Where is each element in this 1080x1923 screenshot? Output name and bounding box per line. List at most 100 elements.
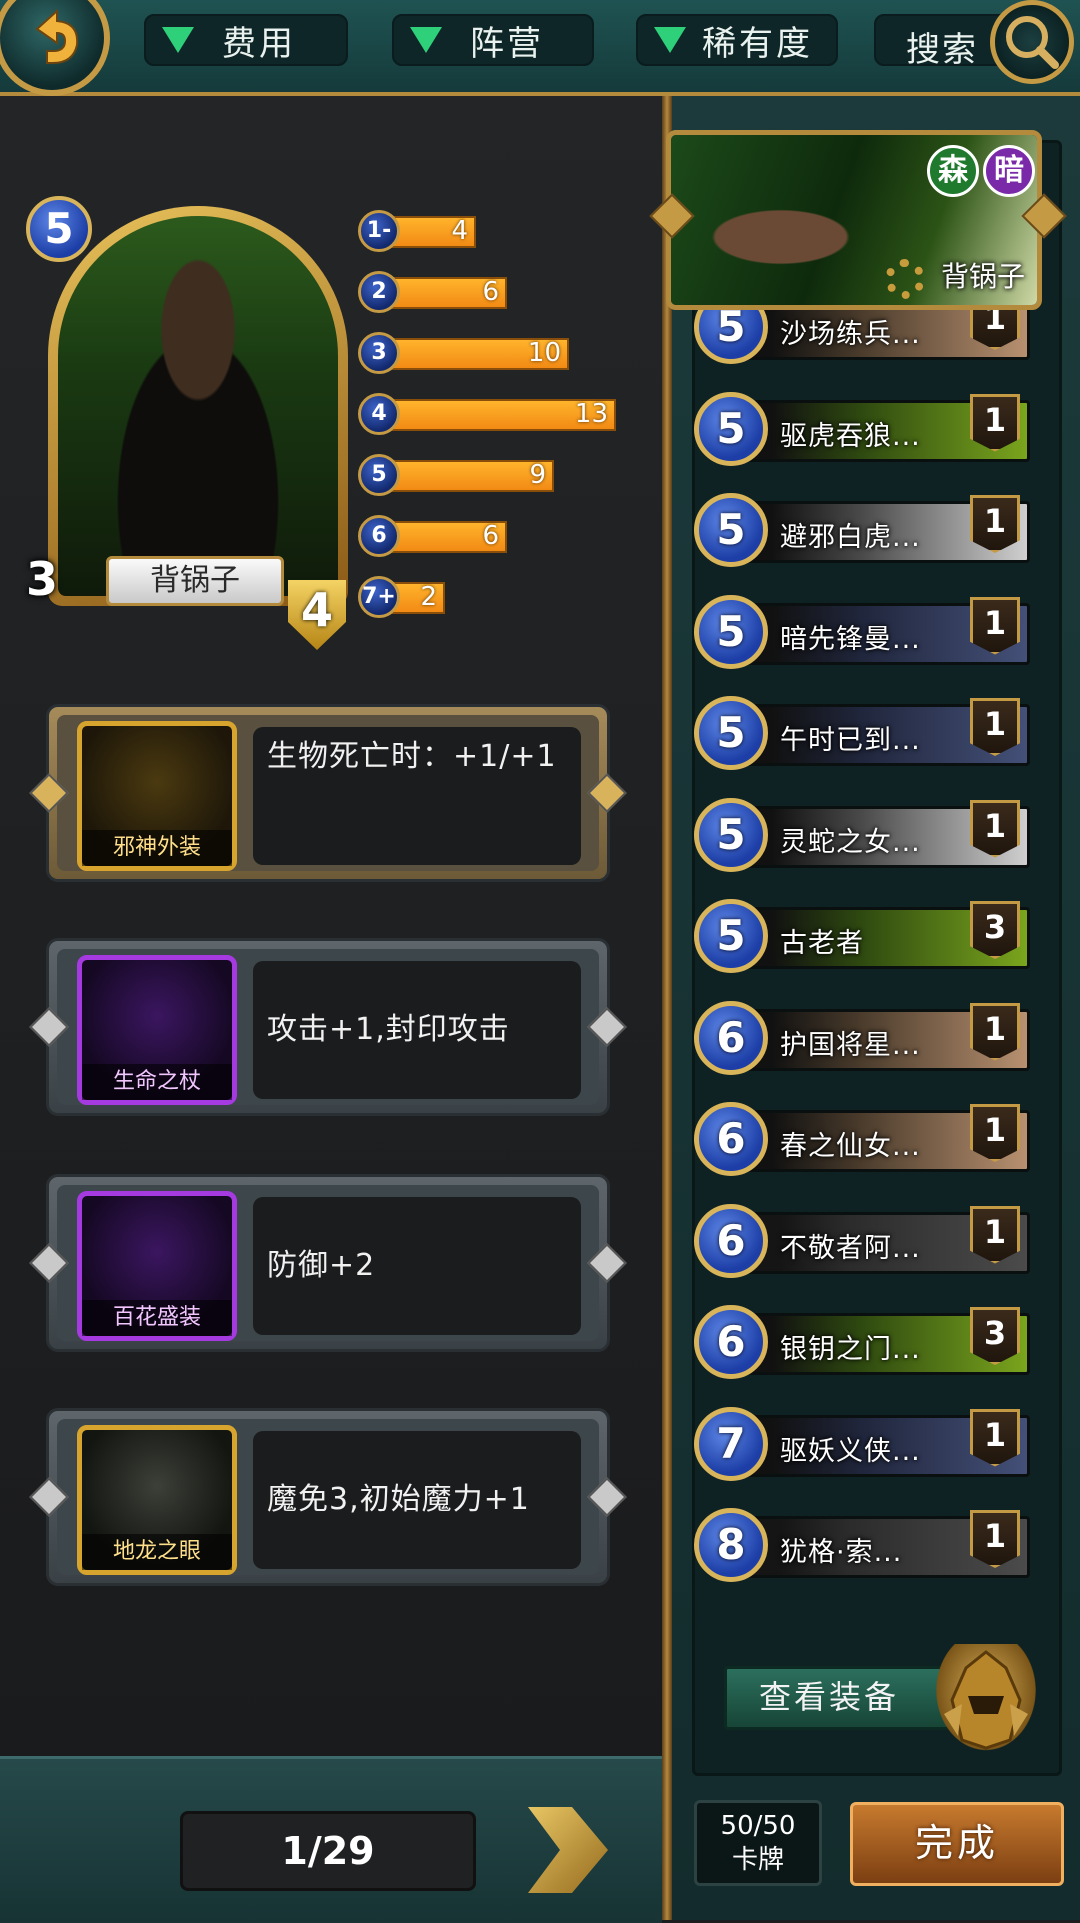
mana-curve-row: 66 [358,515,648,559]
deck-hero-name: 背锅子 [940,260,1025,293]
deck-card-count-value: 50/50 [720,1811,796,1841]
cost-filter-button[interactable]: 费用 [144,14,348,66]
mana-curve-row: 4 1- [358,210,648,254]
mana-curve-cost-badge: 7+ [358,576,400,618]
hero-portrait [58,216,338,596]
deck-card-row[interactable]: 护国将星... 6 1 [694,997,1032,1081]
mana-curve-row: 95 [358,454,648,498]
faction-filter-button[interactable]: 阵营 [392,14,594,66]
deck-card-name: 银钥之门... [780,1334,921,1365]
hero-defense-value: 4 [300,583,333,637]
equipment-effect: 防御+2 [253,1197,581,1335]
helmet-icon [928,1644,1044,1760]
gear-icon[interactable] [885,259,925,299]
mana-curve-cost-badge: 2 [358,271,400,313]
mana-curve-row: 2 7+ [358,576,648,620]
next-page-arrow-icon[interactable] [528,1807,608,1893]
equipment-icon[interactable]: 生命之杖 [77,955,237,1105]
deck-card-name: 灵蛇之女... [780,826,921,858]
deck-card-name: 不敬者阿... [780,1232,921,1264]
equipment-slot[interactable]: 邪神外装 生物死亡时：+1/+1 [29,704,627,882]
mana-curve-count: 9 [529,460,546,490]
deck-card-name: 沙场练兵... [780,319,921,350]
mana-curve-bar: 9 [384,460,554,492]
faction-filter-label: 阵营 [470,23,544,64]
deck-card-row[interactable]: 驱虎吞狼... 5 1 [694,388,1032,472]
mana-curve-cost-badge: 1- [358,210,400,252]
faction-dark-badge: 暗 [983,145,1035,197]
deck-card-row[interactable]: 犹格·索... 8 1 [694,1504,1032,1588]
deck-card-row[interactable]: 春之仙女... 6 1 [694,1098,1032,1182]
equipment-effect: 攻击+1,封印攻击 [253,961,581,1099]
mana-curve-row: 13 4 [358,393,648,437]
deck-card-cost: 6 [694,1203,768,1278]
deck-card-name: 春之仙女... [780,1131,921,1162]
deck-card-cost: 7 [694,1406,768,1481]
deck-card-name: 驱虎吞狼... [780,420,921,452]
equipment-slot[interactable]: 生命之杖 攻击+1,封印攻击 [29,938,627,1116]
deck-card-name: 避邪白虎... [780,522,921,553]
back-arrow-icon [17,1,87,75]
equipment-name: 地龙之眼 [82,1534,232,1570]
deck-card-cost: 5 [694,696,768,770]
mana-curve-bar: 10 [384,338,569,370]
mana-curve-count: 10 [527,338,561,368]
mana-curve-count: 6 [482,277,499,307]
equipment-slot[interactable]: 百花盛装 防御+2 [29,1174,627,1352]
equipment-effect: 生物死亡时：+1/+1 [253,727,581,865]
hero-name: 背锅子 [106,556,284,606]
bottom-nav-bar: 1/29 [0,1756,662,1923]
mana-curve-bar: 13 [384,399,616,431]
search-label: 搜索 [906,30,978,70]
deck-card-cost: 8 [694,1508,768,1582]
mana-curve-cost-badge: 5 [358,454,400,496]
view-equipment-button[interactable]: 查看装备 [724,1666,950,1730]
magnifier-icon[interactable] [990,0,1074,84]
faction-forest-badge: 森 [927,145,979,197]
hero-cost-gem: 5 [26,196,92,262]
panel-divider [662,96,672,1920]
mana-curve-count: 6 [482,521,499,551]
deck-card-cost: 6 [694,1000,768,1075]
triangle-down-icon [654,27,686,53]
deck-card-row[interactable]: 午时已到... 5 1 [694,692,1032,776]
rarity-filter-label: 稀有度 [702,23,813,64]
deck-card-row[interactable]: 银钥之门... 6 3 [694,1301,1032,1385]
deck-card-row[interactable]: 灵蛇之女... 5 1 [694,794,1032,878]
deck-card-name: 古老者 [780,928,864,959]
triangle-down-icon [410,27,442,53]
equipment-name: 生命之杖 [82,1064,232,1100]
equipment-effect: 魔免3,初始魔力+1 [253,1431,581,1569]
mana-curve-cost-badge: 3 [358,332,400,374]
deck-card-cost: 5 [694,899,768,973]
deck-card-cost: 5 [694,594,768,669]
mana-curve-count: 13 [574,399,608,429]
rarity-filter-button[interactable]: 稀有度 [636,14,838,66]
hero-card[interactable]: 5 背锅子 3 4 [10,150,352,650]
deck-card-cost: 5 [694,797,768,872]
equipment-icon[interactable]: 百花盛装 [77,1191,237,1341]
deck-card-cost: 5 [694,493,768,567]
triangle-down-icon [162,27,194,53]
equipment-icon[interactable]: 地龙之眼 [77,1425,237,1575]
equipment-name: 邪神外装 [82,830,232,866]
deck-card-row[interactable]: 驱妖义侠... 7 1 [694,1403,1032,1487]
mana-curve-bar: 6 [384,521,507,553]
deck-card-row[interactable]: 不敬者阿... 6 1 [694,1200,1032,1284]
deck-card-count-label: 卡牌 [731,1845,784,1875]
hero-attack-value: 3 [26,552,59,606]
equipment-name: 百花盛装 [82,1300,232,1336]
deck-card-name: 犹格·索... [780,1537,903,1568]
deck-card-name: 驱妖义侠... [780,1435,921,1467]
deck-card-row[interactable]: 避邪白虎... 5 1 [694,489,1032,573]
deck-hero-header[interactable]: 森 暗 背锅子 [666,130,1042,310]
equipment-icon[interactable]: 邪神外装 [77,721,237,871]
deck-card-row[interactable]: 暗先锋曼... 5 1 [694,591,1032,675]
mana-curve-cost-badge: 6 [358,515,400,557]
equipment-slot[interactable]: 地龙之眼 魔免3,初始魔力+1 [29,1408,627,1586]
done-button[interactable]: 完成 [850,1802,1064,1886]
deck-card-cost: 5 [694,391,768,466]
hero-attack: 3 [26,552,96,632]
mana-curve-bar: 6 [384,277,507,309]
deck-card-row[interactable]: 古老者 5 3 [694,895,1032,979]
